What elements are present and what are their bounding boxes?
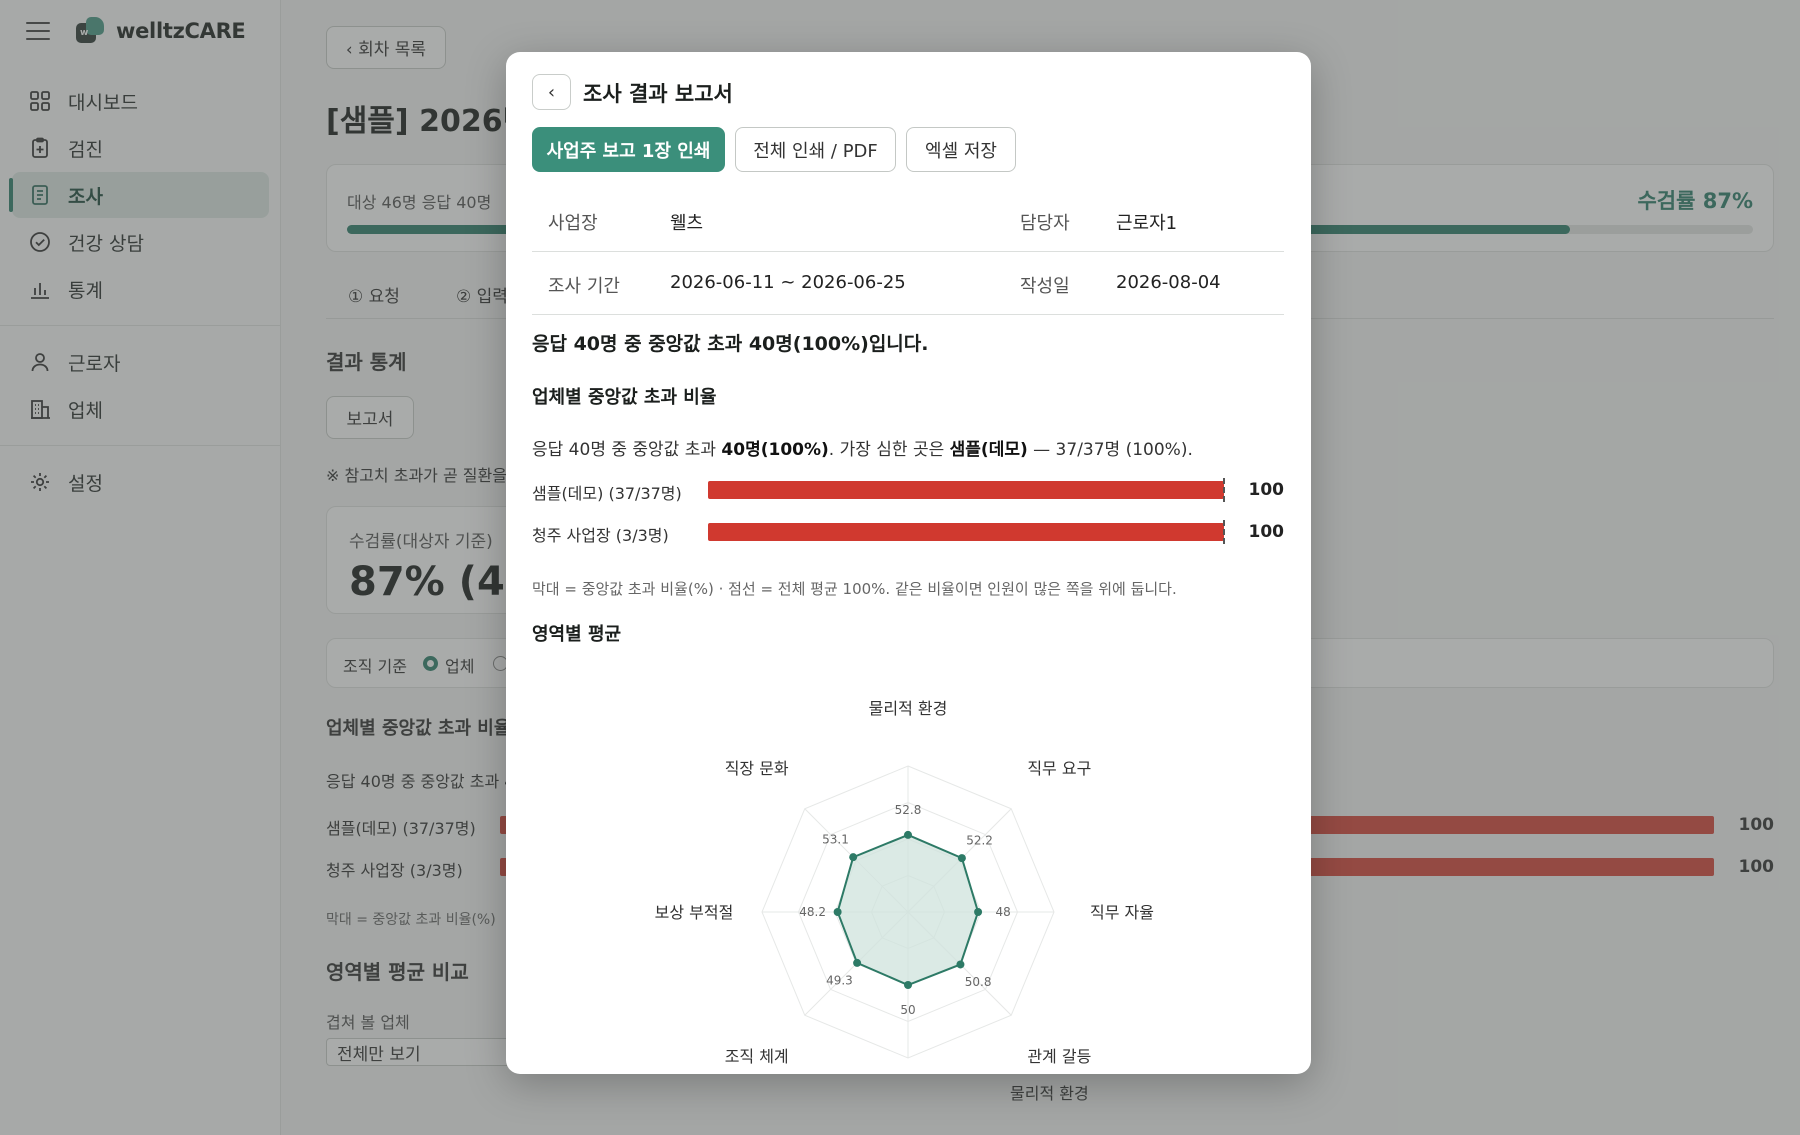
radar-value-label: 48 [995,905,1010,919]
bars-title: 업체별 중앙값 초과 비율 [532,387,717,408]
site-label: 사업장 [548,213,598,234]
radar-axis-label: 물리적 환경 [869,699,948,718]
average-dashed-line [1223,520,1225,544]
average-dashed-line [1223,478,1225,502]
radar-point [904,981,912,989]
radar-value-label: 50 [900,1003,915,1017]
bar-row: 청주 사업장 (3/3명) 100 [532,520,1285,545]
radar-axis-label: 직무 요구 [1027,759,1091,778]
radar-value-label: 50.8 [965,975,992,989]
bar-row: 샘플(데모) (37/37명) 100 [532,478,1285,503]
date-label: 작성일 [1020,276,1070,297]
info-row: 사업장 웰츠 담당자 근로자1 [532,189,1284,252]
manager-value: 근로자1 [1116,213,1178,234]
radar-value-label: 52.8 [895,803,922,817]
radar-axis-label: 조직 체계 [725,1047,789,1066]
radar-point [904,830,912,839]
chevron-left-icon: ‹ [547,81,556,103]
period-label: 조사 기간 [548,276,620,297]
radar-chart: 52.852.24850.85049.348.253.1물리적 환경직무 요구직… [655,699,1154,1066]
bar-track [708,478,1225,502]
bar-value: 100 [1248,480,1285,500]
print-all-button[interactable]: 전체 인쇄 / PDF [735,127,896,172]
bar-value: 100 [1248,522,1285,542]
radar-value-label: 53.1 [822,833,849,847]
radar-value-label: 49.3 [826,974,853,988]
bar-label: 청주 사업장 (3/3명) [532,526,669,545]
bar-track [708,520,1225,544]
report-modal: ‹ 조사 결과 보고서 사업주 보고 1장 인쇄 전체 인쇄 / PDF 엑셀 … [506,52,1311,1074]
print-owner-button[interactable]: 사업주 보고 1장 인쇄 [532,127,725,172]
bars-desc: 응답 40명 중 중앙값 초과 40명(100%). 가장 심한 곳은 샘플(데… [532,440,1193,460]
radar-point [849,853,858,862]
bar-label: 샘플(데모) (37/37명) [532,484,682,503]
excel-save-button[interactable]: 엑셀 저장 [906,127,1016,172]
manager-label: 담당자 [1020,213,1070,234]
site-value: 웰츠 [670,213,704,234]
radar-value-label: 48.2 [799,905,826,919]
info-table: 사업장 웰츠 담당자 근로자1 조사 기간 2026-06-11 ~ 2026-… [532,189,1284,315]
radar-title: 영역별 평균 [532,624,622,645]
period-value: 2026-06-11 ~ 2026-06-25 [670,272,906,293]
summary-text: 응답 40명 중 중앙값 초과 40명(100%)입니다. [532,333,929,355]
radar-axis-label: 보상 부적절 [655,903,734,922]
date-value: 2026-08-04 [1116,272,1221,293]
radar-axis-label: 직장 문화 [725,759,789,778]
radar-point [974,908,983,916]
radar-point [833,908,842,916]
modal-title: 조사 결과 보고서 [583,82,733,106]
radar-axis-label: 직무 자율 [1090,903,1154,922]
radar-value-label: 52.2 [966,833,993,847]
radar-axis-label: 관계 갈등 [1027,1047,1091,1066]
bar-fill [708,481,1224,499]
info-row: 조사 기간 2026-06-11 ~ 2026-06-25 작성일 2026-0… [532,252,1284,315]
radar-point [956,960,965,969]
radar-point [853,958,862,967]
radar-point [957,854,966,863]
bar-fill [708,523,1224,541]
bar-note: 막대 = 중앙값 초과 비율(%) · 점선 = 전체 평균 100%. 같은 … [532,580,1177,598]
modal-back-button[interactable]: ‹ [532,74,571,110]
